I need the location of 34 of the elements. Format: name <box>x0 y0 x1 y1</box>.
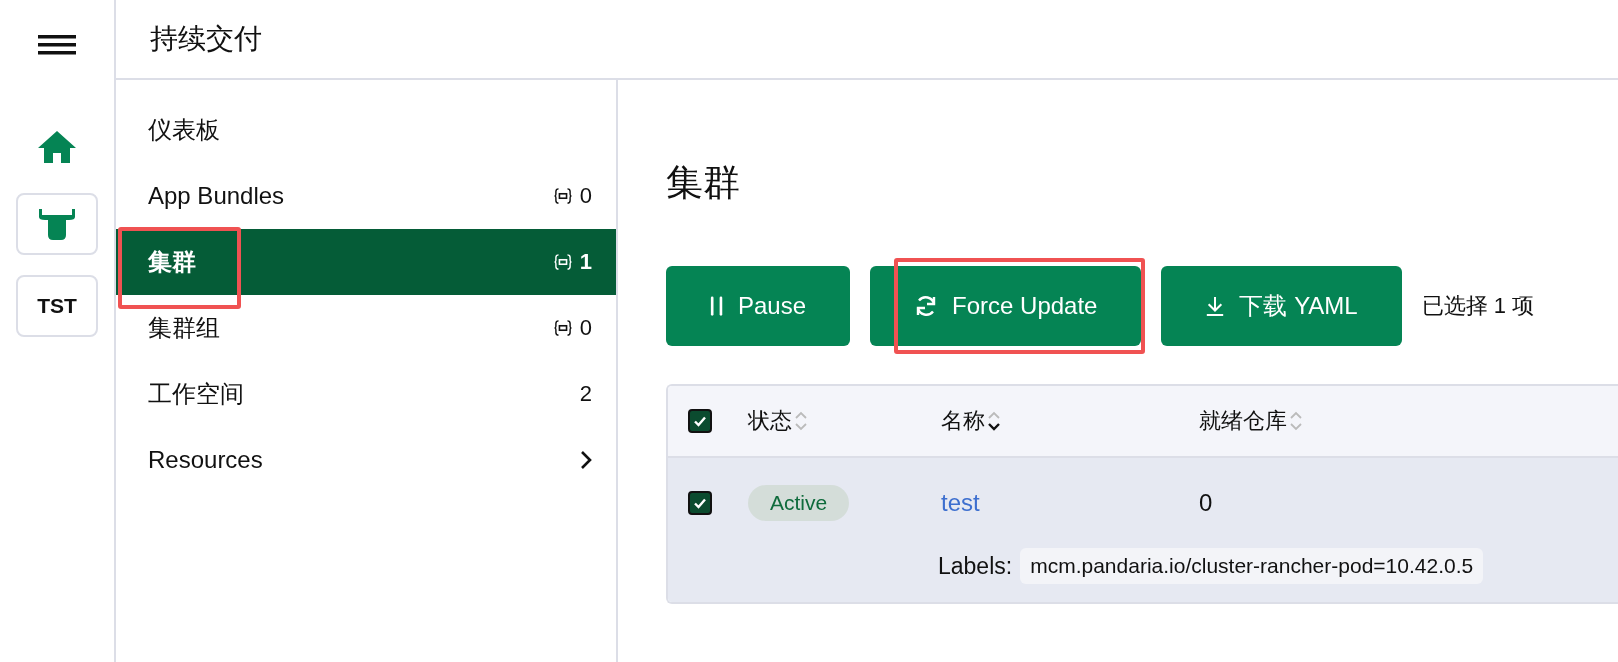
nav-item[interactable]: 仪表板 <box>116 97 616 163</box>
download-icon <box>1205 295 1226 317</box>
count: 0 <box>579 315 592 341</box>
action-button[interactable]: Force Update <box>870 266 1142 346</box>
bull-icon <box>37 207 77 241</box>
select-all-checkbox[interactable] <box>688 409 712 433</box>
nav-item[interactable]: Resources <box>116 427 616 493</box>
action-button[interactable]: Pause <box>666 266 851 346</box>
count: 1 <box>579 249 592 275</box>
nav-item[interactable]: 集群组 0 <box>116 295 616 361</box>
status-badge: Active <box>748 485 850 521</box>
action-button[interactable]: 下载 YAML <box>1161 266 1402 346</box>
row-checkbox[interactable] <box>688 491 712 515</box>
label-tag: mcm.pandaria.io/cluster-rancher-pod=10.42.0.5 <box>1020 548 1484 584</box>
pause-icon <box>710 294 724 318</box>
cluster-link[interactable]: test <box>941 489 1199 517</box>
labels-title: Labels: <box>938 552 1013 580</box>
bull-logo-button[interactable] <box>16 193 98 255</box>
nav-item[interactable]: App Bundles 0 <box>116 163 616 229</box>
column-header[interactable]: 就绪仓库 <box>1199 406 1303 436</box>
count: 2 <box>579 381 592 407</box>
home-icon[interactable] <box>37 129 77 165</box>
column-header[interactable]: 状态 <box>748 406 941 436</box>
menu-icon[interactable] <box>38 35 76 55</box>
cluster-button[interactable]: TST <box>16 275 98 337</box>
nav-item[interactable]: 集群 1 <box>116 229 616 295</box>
selection-count: 已选择 1 项 <box>1421 292 1535 320</box>
page-header-title: 持续交付 <box>150 22 262 56</box>
page-title: 集群 <box>666 161 741 205</box>
column-header[interactable]: 名称 <box>941 406 1199 436</box>
table-cell: 0 <box>1199 489 1213 517</box>
nav-item[interactable]: 工作空间 2 <box>116 361 616 427</box>
count: 0 <box>579 183 592 209</box>
sort-icon[interactable] <box>987 409 1001 433</box>
